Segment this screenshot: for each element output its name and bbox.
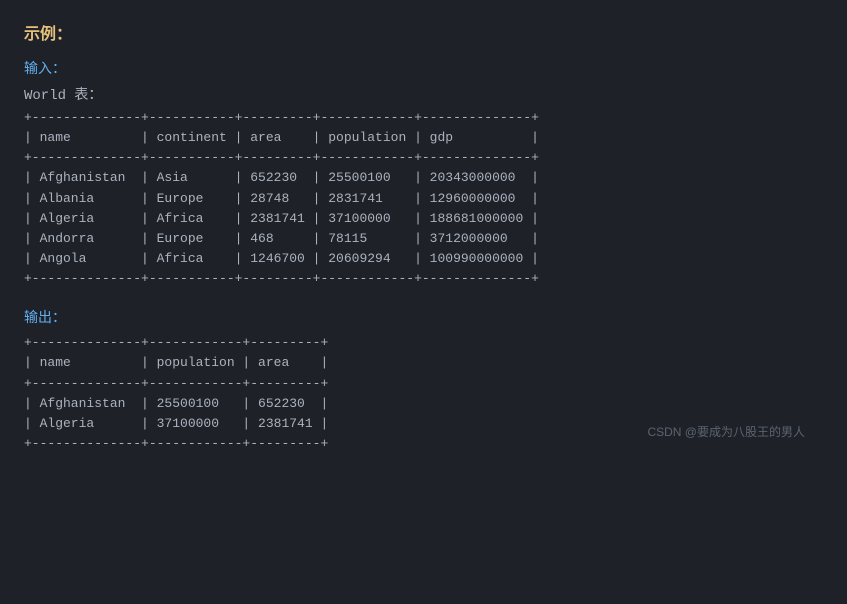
watermark: CSDN @要成为八股王的男人 [647,423,805,440]
world-table-label: World 表： [24,84,823,104]
input-table: +--------------+-----------+---------+--… [24,108,823,289]
input-label: 输入： [24,58,823,78]
page-title: 示例： [24,20,823,44]
output-label: 输出： [24,307,823,327]
